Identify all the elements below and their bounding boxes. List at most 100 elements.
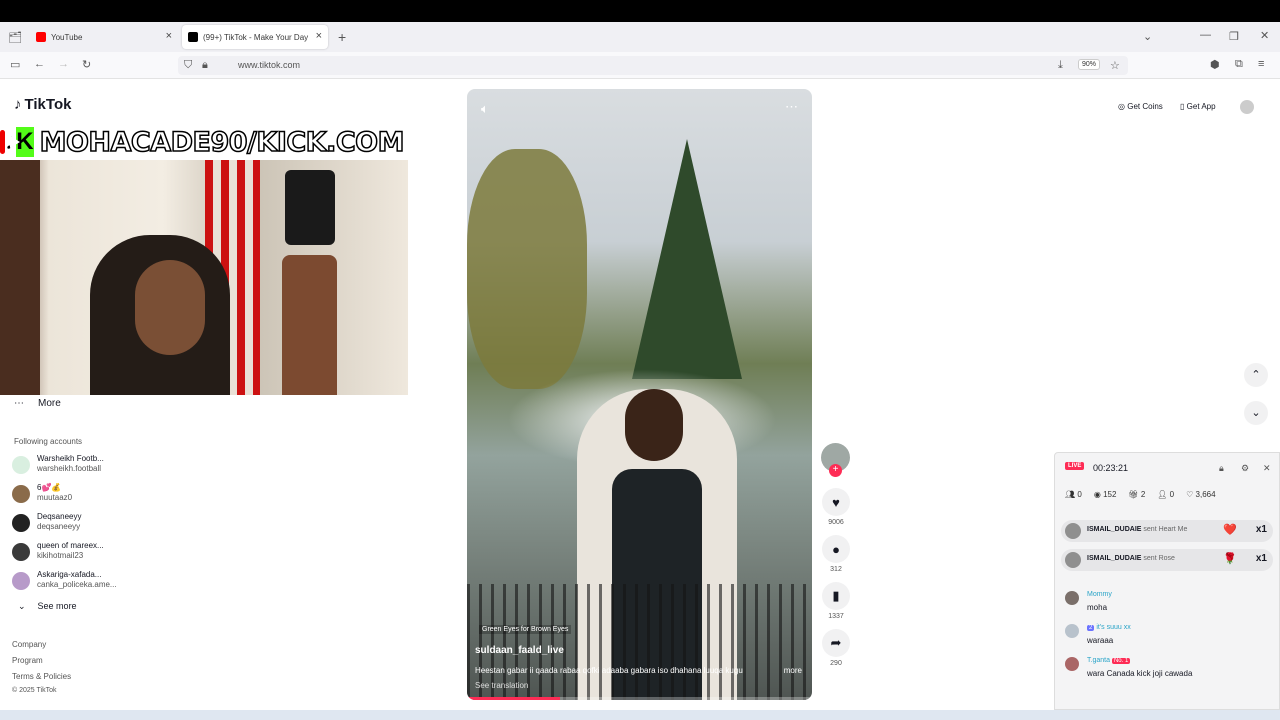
song-tag[interactable]: Green Eyes for Brown Eyes: [479, 625, 572, 634]
tab-youtube[interactable]: YouTube ×: [30, 25, 178, 49]
chat-user-line[interactable]: T.ganta No. 1: [1087, 657, 1131, 664]
chat-user[interactable]: Mommy: [1087, 591, 1112, 598]
video-progress-fill: [467, 697, 561, 700]
video-player[interactable]: 🔈︎ ⋯ Green Eyes for Brown Eyes suldaan_f…: [467, 89, 812, 700]
more-label: More: [38, 398, 61, 409]
gift-action: sent Rose: [1143, 555, 1175, 562]
close-icon[interactable]: ✕: [1263, 463, 1271, 474]
following-account[interactable]: 6💕💰 muutaaz0: [12, 481, 132, 507]
avatar: [12, 572, 30, 590]
stream-banner: ♪ K MOHACADE90/KICK.COM: [0, 124, 405, 160]
avatar: [1065, 552, 1081, 568]
chat-message: T.ganta No. 1 wara Canada kick joji cawad…: [1065, 655, 1275, 683]
banner-text: MOHACADE90/KICK.COM: [39, 126, 405, 159]
url-text[interactable]: www.tiktok.com: [238, 60, 300, 70]
get-coins-button[interactable]: ◎ Get Coins: [1118, 102, 1163, 111]
gift-notification: ISMAIL_DUDAIE sent Heart Me ❤️ x1: [1061, 520, 1273, 542]
youtube-icon: [36, 32, 46, 42]
following-account[interactable]: Askariga-xafada... canka_policeka.ame...: [12, 568, 132, 594]
tiktok-logo[interactable]: ♪ TikTok: [14, 96, 71, 113]
rose-gift-icon: 🌹: [1223, 553, 1237, 565]
footer-copyright: © 2025 TikTok: [12, 687, 57, 694]
stat-item: 🎁︎ 2: [1128, 490, 1145, 499]
see-translation[interactable]: See translation: [475, 681, 528, 690]
pine-tree: [632, 139, 742, 379]
account-handle: warsheikh.football: [37, 464, 102, 473]
chat-user-line[interactable]: 2 it's suuu xx: [1087, 624, 1131, 631]
logo-text: TikTok: [24, 96, 72, 113]
avatar: [12, 485, 30, 503]
footer-terms[interactable]: Terms & Policies: [12, 672, 71, 681]
following-account[interactable]: Warsheikh Footb... warsheikh.football: [12, 452, 132, 478]
follow-plus-icon[interactable]: +: [829, 464, 842, 477]
account-name: Deqsaneeyy: [37, 512, 82, 521]
close-icon[interactable]: ×: [316, 30, 322, 42]
lock-icon[interactable]: 🔒︎: [202, 59, 208, 72]
more-options-icon[interactable]: ⋯: [785, 99, 798, 115]
avatar: [12, 543, 30, 561]
shield-icon[interactable]: ⛉: [184, 59, 192, 72]
window-close-icon[interactable]: ✕: [1260, 29, 1269, 42]
back-icon[interactable]: ←: [34, 58, 45, 70]
os-taskbar: [0, 710, 1280, 720]
bookmark-star-icon[interactable]: ☆: [1110, 59, 1120, 72]
video-progress-bar[interactable]: [467, 697, 812, 700]
webcam-overlay: [0, 160, 408, 395]
chevron-down-icon: ⌄: [1251, 407, 1261, 419]
menu-icon[interactable]: ≡: [1258, 58, 1264, 70]
rank-badge: No. 1: [1111, 658, 1131, 664]
volume-icon[interactable]: 🔈︎: [481, 101, 489, 117]
get-app-button[interactable]: ▯ Get App: [1180, 102, 1216, 111]
save-count: 1337: [828, 613, 844, 620]
footer-company[interactable]: Company: [12, 640, 46, 649]
forward-icon[interactable]: →: [58, 58, 69, 70]
tab-list-icon[interactable]: 🗂: [8, 31, 22, 44]
save-button[interactable]: ▮ 1337: [820, 582, 852, 620]
extension-icon[interactable]: ⬢: [1210, 58, 1220, 71]
save-page-icon[interactable]: ⤓: [1058, 59, 1063, 72]
close-icon[interactable]: ×: [166, 30, 172, 42]
description-more[interactable]: more: [784, 666, 802, 675]
minimize-icon[interactable]: —: [1200, 29, 1211, 41]
coin-icon: ◎: [1118, 102, 1125, 111]
footer-program[interactable]: Program: [12, 656, 43, 665]
tab-label: (99+) TikTok - Make Your Day: [203, 32, 309, 42]
stat-value: 0: [1077, 490, 1082, 499]
tab-strip: 🗂 YouTube × (99+) TikTok - Make Your Day…: [0, 22, 1280, 52]
like-button[interactable]: ♥ 9006: [820, 488, 852, 526]
video-username[interactable]: suldaan_faald_live: [475, 645, 564, 656]
chevron-down-icon: ⌄: [18, 601, 26, 611]
bookmark-icon: ▮: [822, 582, 850, 610]
avatar: [1065, 591, 1079, 605]
avatar: [12, 514, 30, 532]
avatar: [1065, 523, 1081, 539]
gift-user: ISMAIL_DUDAIE: [1087, 555, 1142, 562]
live-timer: 00:23:21: [1093, 463, 1129, 473]
new-tab-icon[interactable]: +: [338, 29, 346, 45]
zoom-level[interactable]: 90%: [1078, 59, 1101, 70]
extensions-icon[interactable]: ⧉: [1235, 58, 1243, 71]
comment-count: 312: [830, 566, 842, 573]
see-more-button[interactable]: ⌄ See more: [18, 601, 77, 612]
account-name: 6💕💰: [37, 483, 62, 492]
share-button[interactable]: ➦ 290: [820, 629, 852, 667]
previous-video-button[interactable]: ⌃: [1244, 363, 1268, 387]
settings-icon[interactable]: ⚙: [1241, 463, 1249, 474]
following-account[interactable]: queen of mareex... kikihotmail23: [12, 539, 132, 565]
restore-icon[interactable]: ❐: [1229, 30, 1239, 43]
url-bar[interactable]: ⛉ 🔒︎ www.tiktok.com ⤓ 90% ☆: [178, 56, 1128, 75]
youtube-icon: [0, 130, 21, 154]
chevron-down-icon[interactable]: ⌄: [1143, 30, 1152, 43]
streamer-face: [135, 260, 205, 355]
next-video-button[interactable]: ⌄: [1244, 401, 1268, 425]
profile-avatar[interactable]: [1240, 100, 1254, 114]
comment-button[interactable]: ● 312: [820, 535, 852, 573]
stat-item: ◉ 152: [1094, 490, 1117, 499]
following-account[interactable]: Deqsaneeyy deqsaneeyy: [12, 510, 132, 536]
sidebar-more[interactable]: ⋯ More: [14, 398, 61, 409]
sidebar-icon[interactable]: ▭: [10, 58, 20, 71]
lock-icon[interactable]: 🔒︎: [1219, 463, 1224, 474]
gift-notification: ISMAIL_DUDAIE sent Rose 🌹 x1: [1061, 549, 1273, 571]
tab-tiktok[interactable]: (99+) TikTok - Make Your Day ×: [182, 25, 328, 49]
reload-icon[interactable]: ↻: [82, 58, 91, 71]
